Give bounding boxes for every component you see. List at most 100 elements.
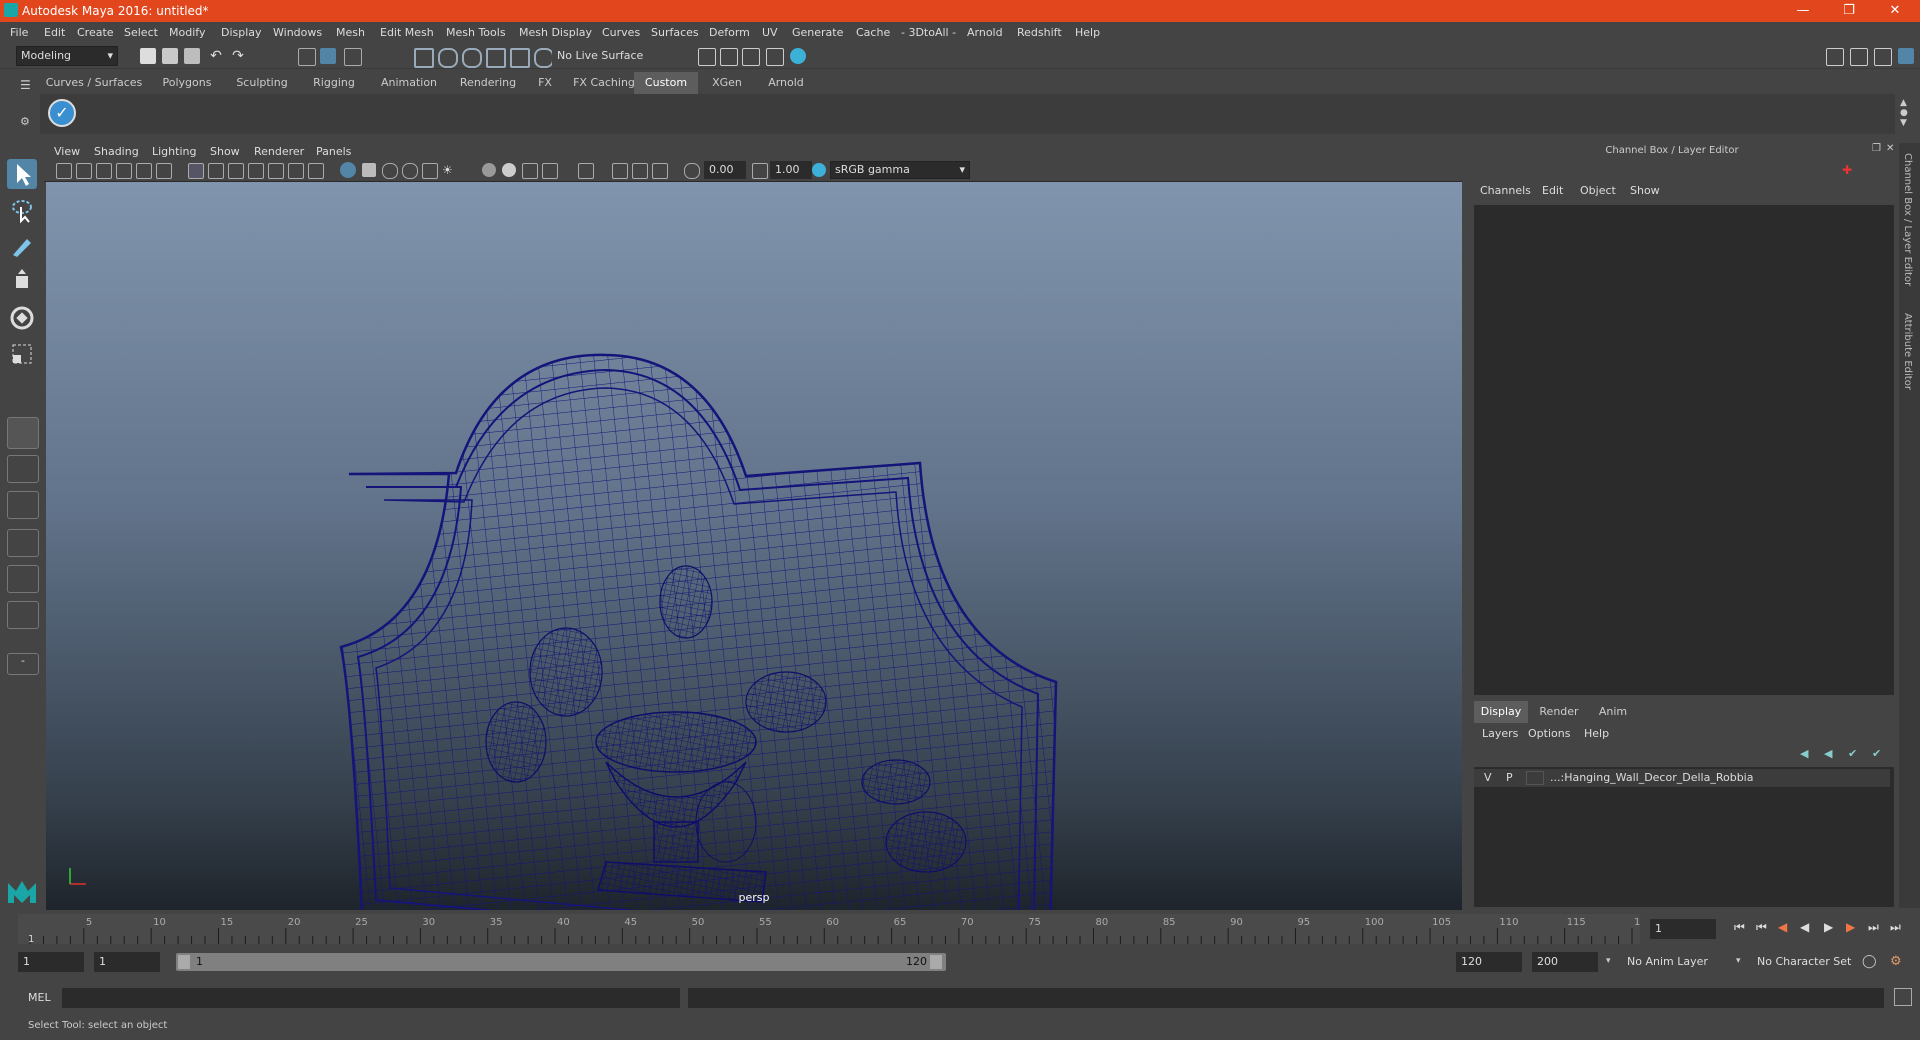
toggle-channel-box-icon[interactable] bbox=[1898, 48, 1914, 64]
toggle-modeling-toolkit-icon[interactable] bbox=[1826, 48, 1844, 66]
viewport-menu-show[interactable]: Show bbox=[210, 145, 240, 158]
move-layer-up-icon[interactable]: ◀ bbox=[1800, 747, 1808, 760]
tab-arnold[interactable]: Arnold bbox=[756, 72, 816, 94]
restore-icon[interactable]: ❐ bbox=[1826, 0, 1872, 22]
menu-select[interactable]: Select bbox=[124, 26, 158, 39]
range-start-handle[interactable] bbox=[178, 955, 190, 969]
four-view-layout-icon[interactable] bbox=[7, 455, 39, 483]
menu-3dtoall[interactable]: - 3DtoAll - bbox=[901, 26, 956, 39]
tab-sculpting[interactable]: Sculpting bbox=[226, 72, 298, 94]
xray-joints-icon[interactable] bbox=[632, 163, 648, 179]
snap-curve-icon[interactable] bbox=[438, 48, 458, 68]
script-editor-icon[interactable] bbox=[1894, 988, 1912, 1006]
command-language-label[interactable]: MEL bbox=[28, 991, 51, 1004]
options-menu[interactable]: Options bbox=[1528, 727, 1570, 740]
command-input[interactable] bbox=[62, 988, 680, 1008]
layer-playback-toggle[interactable]: P bbox=[1506, 771, 1513, 784]
render-view-icon[interactable] bbox=[766, 48, 784, 66]
camera-select-icon[interactable] bbox=[56, 163, 72, 179]
step-forward-frame-icon[interactable]: ▶ bbox=[1846, 920, 1855, 934]
range-end-handle[interactable] bbox=[930, 955, 942, 969]
move-layer-down-icon[interactable]: ◀ bbox=[1824, 747, 1832, 760]
current-frame-field[interactable]: 1 bbox=[1650, 919, 1716, 939]
animation-start-field[interactable]: 1 bbox=[94, 952, 160, 972]
live-surface-field[interactable]: No Live Surface bbox=[552, 46, 648, 66]
menu-deform[interactable]: Deform bbox=[709, 26, 750, 39]
menu-redshift[interactable]: Redshift bbox=[1017, 26, 1062, 39]
shelf-scroll-icon[interactable]: ▲ ● ▼ bbox=[1900, 98, 1908, 128]
select-tool-icon[interactable] bbox=[7, 159, 37, 189]
layers-menu[interactable]: Layers bbox=[1482, 727, 1518, 740]
anim-preferences-icon[interactable]: ⚙ bbox=[1890, 954, 1902, 969]
go-to-start-icon[interactable]: ⏮ bbox=[1734, 920, 1745, 935]
current-frame-marker[interactable]: 1 bbox=[28, 934, 34, 945]
single-perspective-layout-icon[interactable] bbox=[7, 417, 39, 449]
xray-icon[interactable] bbox=[612, 163, 628, 179]
redo-icon[interactable]: ↷ bbox=[230, 48, 246, 64]
bookmark-icon[interactable] bbox=[96, 163, 112, 179]
tab-render[interactable]: Render bbox=[1532, 701, 1586, 723]
step-back-frame-icon[interactable]: ◀ bbox=[1778, 920, 1787, 934]
wireframe-icon[interactable] bbox=[340, 162, 356, 178]
hypershade-icon[interactable] bbox=[790, 48, 806, 64]
menu-display[interactable]: Display bbox=[221, 26, 262, 39]
new-layer-icon[interactable]: ✔ bbox=[1848, 747, 1857, 760]
viewport-menu-view[interactable]: View bbox=[54, 145, 80, 158]
depth-of-field-icon[interactable] bbox=[542, 163, 558, 179]
open-scene-icon[interactable] bbox=[162, 48, 178, 64]
new-layer-selected-icon[interactable]: ✔ bbox=[1872, 747, 1881, 760]
gamma-field[interactable]: 1.00 bbox=[770, 161, 812, 179]
animation-end-field[interactable]: 200 bbox=[1532, 952, 1598, 972]
side-tab-attribute-editor[interactable]: Attribute Editor bbox=[1902, 313, 1913, 390]
minimize-icon[interactable]: — bbox=[1780, 0, 1826, 22]
make-live-icon[interactable] bbox=[510, 48, 530, 68]
time-slider[interactable]: 5 10 15 20 25 30 35 40 45 50 55 60 65 70 75 80 85 90 95 100… bbox=[18, 914, 1653, 945]
select-component-icon[interactable] bbox=[344, 48, 362, 66]
smooth-shade-icon[interactable] bbox=[362, 163, 376, 177]
use-all-lights-icon[interactable] bbox=[422, 163, 438, 179]
ipr-render-icon[interactable] bbox=[742, 48, 760, 66]
render-frame-icon[interactable] bbox=[720, 48, 738, 66]
persp-uv-layout-icon[interactable] bbox=[7, 565, 39, 593]
tab-display[interactable]: Display bbox=[1474, 701, 1528, 723]
menu-generate[interactable]: Generate bbox=[792, 26, 843, 39]
cb-show-menu[interactable]: Show bbox=[1630, 184, 1660, 197]
viewport-menu-shading[interactable]: Shading bbox=[94, 145, 139, 158]
menu-mesh[interactable]: Mesh bbox=[336, 26, 365, 39]
resolution-gate-icon[interactable] bbox=[228, 163, 244, 179]
image-plane-icon[interactable] bbox=[116, 163, 132, 179]
snap-grid-icon[interactable] bbox=[414, 48, 434, 68]
menu-uv[interactable]: UV bbox=[762, 26, 778, 39]
go-to-end-icon[interactable]: ⏭ bbox=[1890, 920, 1901, 935]
step-back-key-icon[interactable]: ⏮ bbox=[1756, 920, 1767, 935]
play-backward-icon[interactable]: ◀ bbox=[1800, 920, 1809, 934]
xray-components-icon[interactable] bbox=[652, 163, 668, 179]
tab-fx-caching[interactable]: FX Caching bbox=[566, 72, 642, 94]
tab-curves-surfaces[interactable]: Curves / Surfaces bbox=[44, 72, 144, 94]
film-gate-icon[interactable] bbox=[208, 163, 224, 179]
layer-color-swatch[interactable] bbox=[1526, 771, 1544, 785]
wireframe-on-shaded-icon[interactable] bbox=[382, 163, 398, 179]
paint-select-tool-icon[interactable] bbox=[7, 231, 37, 261]
tab-xgen[interactable]: XGen bbox=[702, 72, 752, 94]
cb-object-menu[interactable]: Object bbox=[1580, 184, 1616, 197]
shelf-settings-icon[interactable]: ⚙ bbox=[20, 115, 34, 129]
viewport-menu-renderer[interactable]: Renderer bbox=[254, 145, 304, 158]
grease-pencil-icon[interactable] bbox=[156, 163, 172, 179]
tab-animation[interactable]: Animation bbox=[370, 72, 448, 94]
select-hierarchy-icon[interactable] bbox=[298, 48, 316, 66]
menu-edit-mesh[interactable]: Edit Mesh bbox=[380, 26, 434, 39]
textured-icon[interactable] bbox=[402, 163, 418, 179]
move-tool-icon[interactable] bbox=[7, 267, 37, 297]
auto-key-icon[interactable]: ◯ bbox=[1862, 954, 1877, 969]
cb-edit-menu[interactable]: Edit bbox=[1542, 184, 1563, 197]
shelf-menu-icon[interactable]: ☰ bbox=[20, 78, 34, 92]
custom-shelf-checkmark-icon[interactable]: ✓ bbox=[48, 99, 76, 127]
hypershade-layout-icon[interactable] bbox=[7, 601, 39, 629]
float-panel-icon[interactable]: ❐ bbox=[1872, 143, 1881, 154]
layer-visibility-toggle[interactable]: V bbox=[1484, 771, 1492, 784]
anti-aliasing-icon[interactable] bbox=[522, 163, 538, 179]
channels-menu[interactable]: Channels bbox=[1480, 184, 1531, 197]
persp-graph-layout-icon[interactable] bbox=[7, 529, 39, 557]
menu-surfaces[interactable]: Surfaces bbox=[651, 26, 699, 39]
